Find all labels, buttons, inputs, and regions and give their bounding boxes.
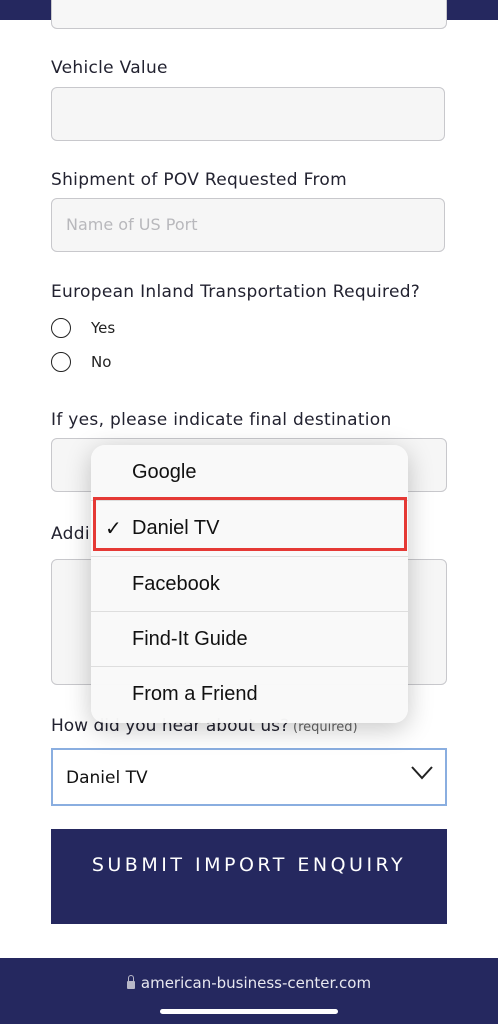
shipment-port-input[interactable]: Name of US Port (51, 198, 445, 252)
shipment-label: Shipment of POV Requested From (51, 170, 347, 190)
radio-circle[interactable] (51, 318, 71, 338)
option-label: Facebook (132, 573, 220, 595)
radio-no-label: No (91, 353, 112, 371)
radio-circle[interactable] (51, 352, 71, 372)
url-text: american-business-center.com (140, 974, 372, 992)
radio-yes-label: Yes (91, 319, 116, 337)
hear-about-select[interactable]: Daniel TV (51, 748, 447, 806)
hear-about-value: Daniel TV (66, 768, 148, 788)
dropdown-option-facebook[interactable]: Facebook (91, 557, 408, 612)
option-label: Find-It Guide (132, 628, 248, 650)
radio-yes[interactable]: Yes (51, 318, 115, 338)
radio-no[interactable]: No (51, 352, 111, 372)
option-label: Google (132, 461, 197, 483)
previous-field[interactable] (51, 0, 447, 29)
selection-highlight-box (93, 497, 407, 551)
destination-label: If yes, please indicate final destinatio… (51, 410, 392, 430)
submit-enquiry-button[interactable]: SUBMIT IMPORT ENQUIRY (51, 829, 447, 924)
dropdown-option-google[interactable]: Google (91, 445, 408, 500)
vehicle-value-input[interactable] (51, 87, 445, 141)
shipment-placeholder: Name of US Port (66, 215, 198, 234)
lock-icon (126, 975, 135, 989)
additional-info-label: Addi (51, 524, 90, 544)
option-label: From a Friend (132, 683, 258, 705)
chevron-down-icon (411, 766, 433, 780)
dropdown-option-find-it-guide[interactable]: Find-It Guide (91, 612, 408, 667)
url-display[interactable]: american-business-center.com (0, 974, 498, 992)
dropdown-option-from-a-friend[interactable]: From a Friend (91, 667, 408, 722)
home-indicator[interactable] (160, 1009, 338, 1014)
vehicle-value-label: Vehicle Value (51, 58, 168, 78)
inland-transport-label: European Inland Transportation Required? (51, 282, 421, 302)
hear-about-dropdown: Google ✓ Daniel TV Facebook Find-It Guid… (91, 445, 408, 723)
browser-address-bar[interactable]: american-business-center.com (0, 958, 498, 1024)
